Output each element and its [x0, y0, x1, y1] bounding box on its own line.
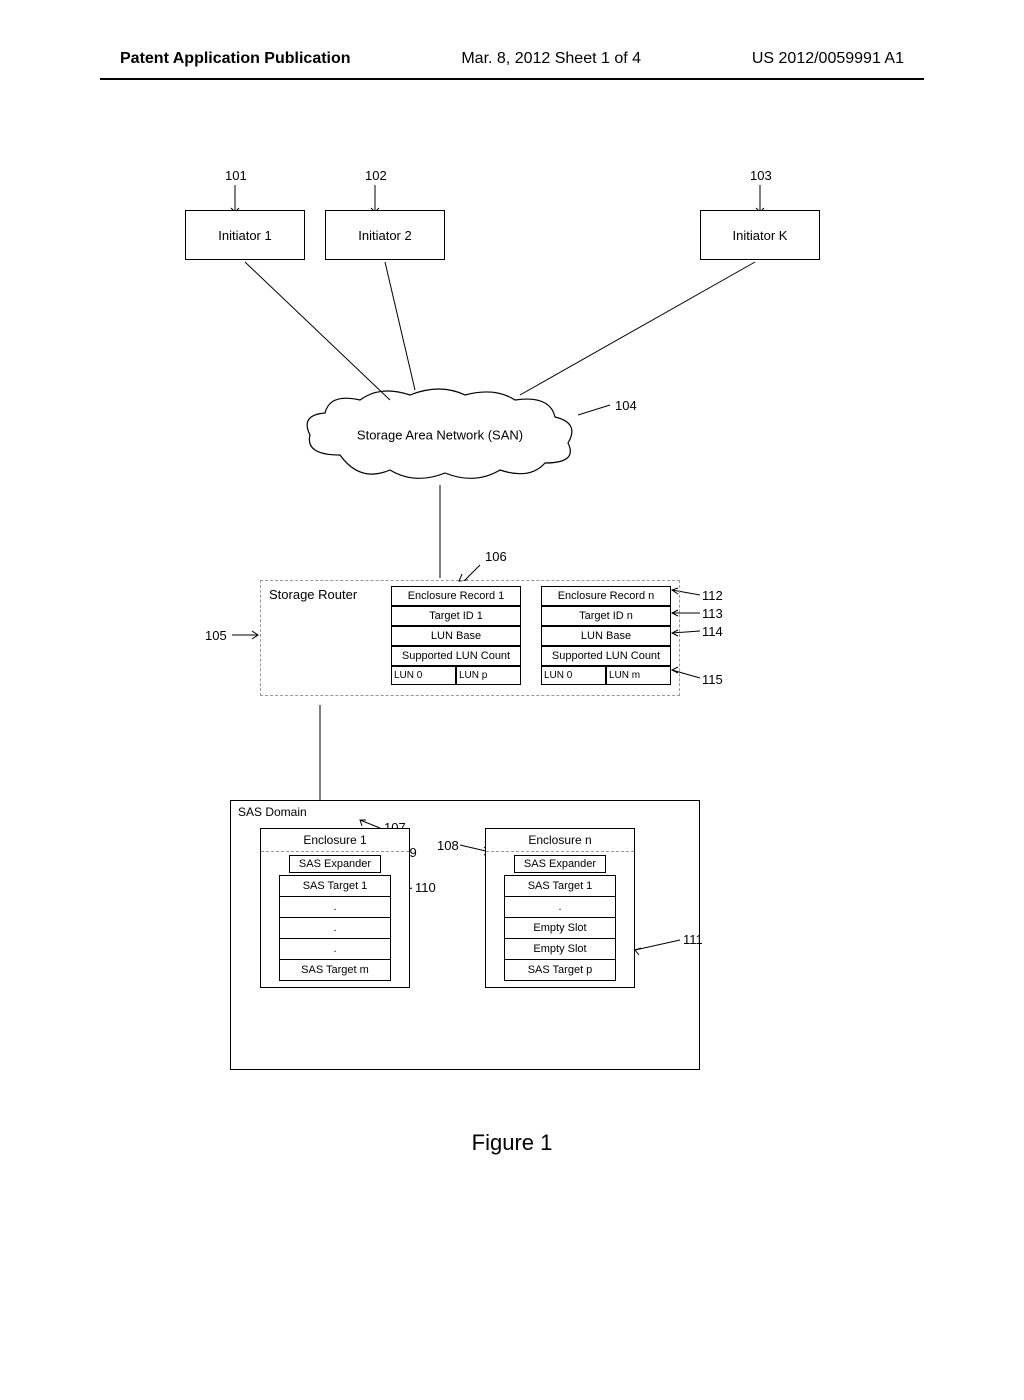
initiator-2-box: Initiator 2 — [325, 210, 445, 260]
enclosure-1-target-m: SAS Target m — [279, 959, 391, 981]
enclosure-1-dots-1: . — [279, 896, 391, 918]
ref-110: 110 — [415, 880, 436, 895]
page-header: Patent Application Publication Mar. 8, 2… — [0, 0, 1024, 78]
enclosure-1-title: Enclosure 1 — [261, 829, 409, 852]
enclosure-1-expander: SAS Expander — [289, 855, 381, 873]
ref-101: 101 — [225, 168, 247, 183]
ref-104: 104 — [615, 398, 637, 413]
initiator-k-box: Initiator K — [700, 210, 820, 260]
enclosure-record-n: Enclosure Record n Target ID n LUN Base … — [541, 586, 671, 685]
recn-target: Target ID n — [541, 606, 671, 626]
enclosure-n-title: Enclosure n — [486, 829, 634, 852]
header-center: Mar. 8, 2012 Sheet 1 of 4 — [461, 50, 641, 68]
initiator-2-label: Initiator 2 — [358, 228, 411, 243]
rec1-supported: Supported LUN Count — [391, 646, 521, 666]
initiator-1-box: Initiator 1 — [185, 210, 305, 260]
ref-105: 105 — [205, 628, 227, 643]
ref-106: 106 — [485, 549, 507, 564]
rec1-lun0: LUN 0 — [391, 666, 456, 685]
header-right: US 2012/0059991 A1 — [752, 50, 904, 68]
enclosure-n-target-1: SAS Target 1 — [504, 875, 616, 897]
diagram-canvas: 101 102 103 Initiator 1 Initiator 2 Init… — [0, 80, 1024, 1280]
rec1-target: Target ID 1 — [391, 606, 521, 626]
recn-lunm: LUN m — [606, 666, 671, 685]
enclosure-1-dots-3: . — [279, 938, 391, 960]
enclosure-record-1: Enclosure Record 1 Target ID 1 LUN Base … — [391, 586, 521, 685]
ref-115: 115 — [702, 672, 723, 687]
san-cloud-label: Storage Area Network (SAN) — [357, 428, 523, 443]
initiator-k-label: Initiator K — [733, 228, 788, 243]
figure-caption: Figure 1 — [472, 1130, 553, 1156]
enclosure-n-target-p: SAS Target p — [504, 959, 616, 981]
ref-102: 102 — [365, 168, 387, 183]
ref-112: 112 — [702, 588, 723, 603]
enclosure-n-empty-1: Empty Slot — [504, 917, 616, 939]
enclosure-n: Enclosure n SAS Expander SAS Target 1 . … — [485, 828, 635, 988]
rec1-lunp: LUN p — [456, 666, 521, 685]
ref-114: 114 — [702, 624, 723, 639]
ref-111: 111 — [683, 932, 703, 947]
ref-103: 103 — [750, 168, 772, 183]
enclosure-1-target-1: SAS Target 1 — [279, 875, 391, 897]
initiator-1-label: Initiator 1 — [218, 228, 271, 243]
connection-lines — [0, 80, 1024, 1400]
recn-title: Enclosure Record n — [541, 586, 671, 606]
ref-108: 108 — [437, 838, 459, 853]
rec1-title: Enclosure Record 1 — [391, 586, 521, 606]
rec1-lunbase: LUN Base — [391, 626, 521, 646]
enclosure-1-dots-2: . — [279, 917, 391, 939]
enclosure-n-dots-1: . — [504, 896, 616, 918]
header-left: Patent Application Publication — [120, 50, 351, 68]
recn-supported: Supported LUN Count — [541, 646, 671, 666]
storage-router-box: Storage Router Enclosure Record 1 Target… — [260, 580, 680, 696]
enclosure-1: Enclosure 1 SAS Expander SAS Target 1 . … — [260, 828, 410, 988]
enclosure-n-expander: SAS Expander — [514, 855, 606, 873]
enclosure-n-empty-2: Empty Slot — [504, 938, 616, 960]
recn-lun0: LUN 0 — [541, 666, 606, 685]
sas-domain-label: SAS Domain — [238, 805, 307, 819]
ref-113: 113 — [702, 606, 723, 621]
san-cloud: Storage Area Network (SAN) — [300, 385, 580, 485]
recn-lunbase: LUN Base — [541, 626, 671, 646]
